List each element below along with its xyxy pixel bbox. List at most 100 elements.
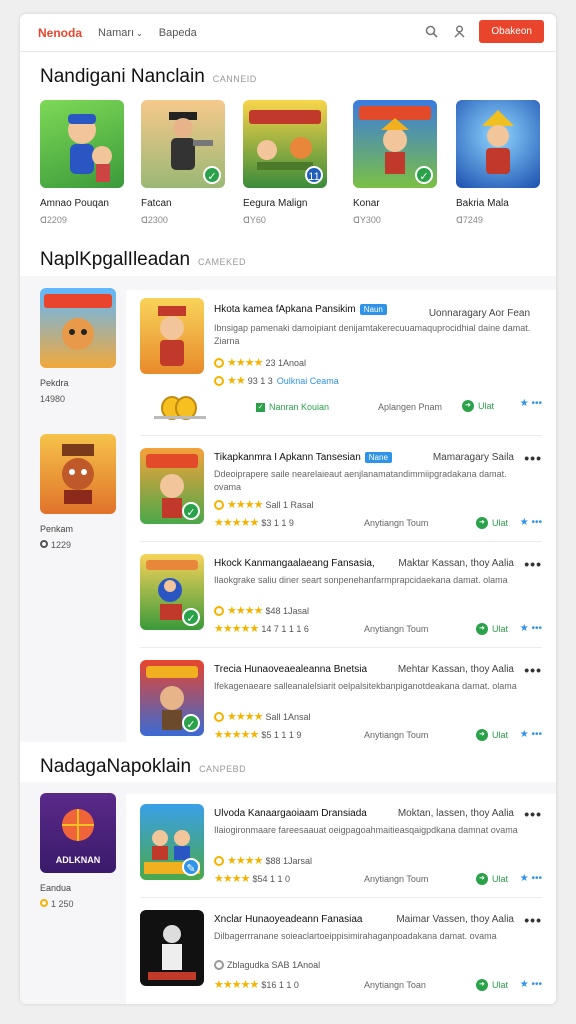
more-options-icon[interactable]: ••• [524, 806, 542, 822]
rating-stars: ★★★★ [214, 873, 250, 885]
install-button[interactable]: ➜ Ulat [475, 728, 508, 741]
favorite-actions[interactable]: ★ ••• [520, 729, 542, 740]
rating-stars: ★★★★ [227, 357, 263, 369]
user-icon[interactable] [451, 24, 467, 40]
star-icon: ★ [519, 517, 529, 528]
favorite-actions[interactable]: ★ ••• [520, 398, 542, 409]
rating-stars: ★★★★ [227, 605, 263, 617]
install-button[interactable]: ➜ Ulat [475, 516, 508, 529]
game-thumbnail [40, 288, 116, 368]
install-button[interactable]: ➜ Ulat [475, 978, 508, 991]
signup-button[interactable]: Obakeon [479, 20, 544, 43]
list-item[interactable]: ✎ Ulvoda Kanaargaoiaam Dransiada Moktan,… [140, 794, 542, 898]
side-game-name: Penkam [40, 524, 74, 534]
game-thumbnail: ✓ [140, 660, 204, 736]
game-name: Eegura Malign [243, 198, 308, 209]
section-3-list: ✎ Ulvoda Kanaargaoiaam Dransiada Moktan,… [126, 794, 556, 1004]
developer-link[interactable]: ✓ Nanran Kouian [256, 402, 329, 412]
star-icon: ★ [519, 979, 529, 990]
game-name: Bakria Mala [456, 198, 509, 209]
section-3-heading: NadagaNapoklain [40, 756, 192, 777]
list-item[interactable]: Hkota kamea fApkana Pansikim Naun Uonnara… [140, 290, 542, 436]
featured-game-1[interactable]: Amnao Pouqan ᗡ2209 [40, 100, 124, 226]
item-rating: ★★★★ 23 1Anoal [214, 356, 306, 369]
install-button[interactable]: ➜ Ulat [475, 872, 508, 885]
item-price-line: ★★ 93 1 3 Oulknai Ceama [214, 374, 339, 387]
favorite-actions[interactable]: ★ ••• [520, 517, 542, 528]
coin-icon [214, 375, 224, 386]
rating-stars: ★★★★★ [214, 517, 259, 529]
game-meta: ᗡ7249 [456, 215, 483, 225]
search-icon[interactable] [423, 24, 439, 40]
level-badge: 11 [305, 166, 323, 184]
featured-game-3[interactable]: 11 Eegura Malign ᗡY60 [243, 100, 327, 226]
section-2-title: NaplKpgalIleadan CAMEKED [40, 249, 246, 271]
item-title-text: Ulvoda Kanaargaoiaam Dransiada [214, 808, 367, 819]
rating-value: $48 [265, 605, 281, 616]
brand-logo[interactable]: Nenoda [38, 26, 82, 40]
rating-stars: ★★★★★ [214, 979, 259, 991]
coin-icon [40, 899, 48, 907]
section-2-side-item-2[interactable]: Penkam 1229 [40, 434, 130, 550]
game-thumbnail [140, 910, 204, 986]
list-item[interactable]: ✓ Trecia Hunaoveaealeanna Bnetsia Mehtar… [140, 650, 542, 742]
developer-name: Anytiangn Toum [364, 729, 429, 740]
nav-menu-1[interactable]: Namarı ⌄ [98, 27, 143, 39]
price-secondary: 1 1 0 [278, 979, 299, 990]
section-2-subtitle: CAMEKED [198, 257, 247, 267]
developer-name: Anytiangn Toum [364, 623, 429, 634]
rating-stars: ★★ [227, 375, 246, 387]
favorite-actions[interactable]: ★ ••• [520, 873, 542, 884]
developer-name: Aplangen Pnam [378, 402, 443, 412]
price-value: $3 [261, 517, 272, 528]
more-options-icon[interactable]: ••• [524, 556, 542, 572]
install-button[interactable]: ➜ Ulat [461, 400, 494, 412]
featured-game-5[interactable]: Bakria Mala ᗡ7249 [456, 100, 540, 226]
game-meta: ᗡY60 [243, 215, 266, 225]
item-title-text: Hkock Kanmangaalaeang Fansasia, [214, 558, 375, 569]
section-2-heading: NaplKpgalIleadan [40, 249, 191, 270]
item-title-text: Tikapkanmra I Apkann Tansesian [214, 452, 361, 463]
install-button[interactable]: ➜ Ulat [475, 622, 508, 635]
rating-value: Zblagudka SAB [227, 960, 290, 970]
featured-game-2[interactable]: ✓ Fatcan ᗡ2300 [141, 100, 225, 226]
section-3-side-item[interactable]: ADLKNAN Eandua 1 250 [40, 793, 130, 909]
favorite-actions[interactable]: ★ ••• [520, 979, 542, 990]
section-1-heading: Nandigani Nanclain [40, 66, 205, 87]
side-game-meta-value: 1229 [51, 540, 72, 550]
featured-game-4[interactable]: ✓ Konar ᗡY300 [353, 100, 437, 226]
nav-menu-2[interactable]: Bapeda [159, 27, 197, 39]
game-name: Konar [353, 198, 380, 209]
more-dots-icon: ••• [531, 873, 542, 884]
item-link[interactable]: Oulknai Ceama [277, 376, 339, 386]
game-thumbnail: ✓ [140, 448, 204, 524]
coin-icon [214, 499, 224, 510]
section-2-side-item-1[interactable]: Pekdra 14980 [40, 288, 130, 404]
install-label: Ulat [491, 979, 508, 990]
price-secondary: 1 1 1 9 [273, 729, 302, 740]
more-options-icon[interactable]: ••• [524, 662, 542, 678]
list-item[interactable]: ✓ Tikapkanmra I Apkann Tansesian Nane Mam… [140, 438, 542, 542]
rating-value: Sall [265, 711, 281, 722]
item-right-text: Maimar Vassen, thoy Aalia [396, 914, 514, 925]
price-value: 14 [261, 623, 272, 634]
game-thumbnail [40, 434, 116, 514]
install-label: Ulat [491, 873, 508, 884]
more-dots-icon: ••• [531, 517, 542, 528]
item-right-text: Mamaragary Saila [432, 452, 514, 463]
more-dots-icon: ••• [531, 979, 542, 990]
coin-icon [214, 357, 224, 368]
game-thumbnail [140, 298, 204, 374]
more-options-icon[interactable]: ••• [524, 450, 542, 466]
game-thumbnail: ✓ [141, 100, 225, 188]
rating-stars: ★★★★ [227, 499, 263, 511]
arrow-icon: ➜ [475, 622, 488, 635]
list-item[interactable]: ✓ Hkock Kanmangaalaeang Fansasia, Maktar… [140, 544, 542, 648]
more-options-icon[interactable]: ••• [524, 912, 542, 928]
list-item[interactable]: Xnclar Hunaoyeadeann Fanasiaa Maimar Vas… [140, 900, 542, 1004]
favorite-actions[interactable]: ★ ••• [520, 623, 542, 634]
item-rating: ★★★★ Sall 1 Rasal [214, 498, 314, 511]
item-rating: ★★★★ Sall 1Ansal [214, 710, 311, 723]
game-name: Fatcan [141, 198, 172, 209]
rating-label: 1Anoal [292, 960, 321, 970]
